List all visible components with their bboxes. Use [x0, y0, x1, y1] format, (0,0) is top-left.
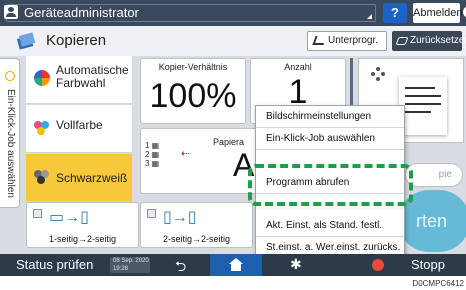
interrupt-icon [312, 36, 327, 45]
interrupt-button[interactable]: Unterprogr. [307, 31, 387, 51]
color-mode-full[interactable]: Vollfarbe [26, 105, 132, 153]
one-click-job-tab[interactable]: Ein-Klick-Job auswählen [0, 58, 20, 208]
ratio-value: 100% [149, 77, 237, 115]
job-tab-icon [5, 71, 15, 81]
quantity-caption: Anzahl [284, 62, 312, 72]
app-header: Kopieren Unterprogr. Zurücksetzen [0, 26, 466, 56]
home-button[interactable] [210, 254, 262, 276]
paper-tray-icon: 1 ▦ 2 ▦ 3 ▦ [145, 141, 160, 168]
tray-arrow-icon: ⇠ [181, 148, 191, 160]
duplex-icon: ▭→▯ [49, 209, 89, 226]
stop-button[interactable]: Stopp [411, 257, 445, 272]
duplex-1-2-tile[interactable]: ▭→▯ 1-seitig→2-seitig [26, 202, 139, 248]
date-text: 08 Sep. 2020 [113, 258, 149, 264]
datetime-display: 08 Sep. 2020 19:28 [110, 257, 150, 273]
user-icon [4, 5, 18, 19]
user-label: Geräteadministrator [24, 5, 139, 20]
menu-item-set-as-default[interactable]: Akt. Einst. als Stand. festl. [256, 215, 404, 237]
function-label: 1-seitig→2-seitig [48, 234, 117, 244]
checkbox[interactable] [33, 209, 42, 218]
color-mode-black-white[interactable]: Schwarzweiß [26, 154, 132, 202]
time-text: 19:28 [113, 266, 129, 272]
ratio-caption: Kopier-Verhältnis [158, 62, 228, 72]
color-mode-auto[interactable]: Automatische Farbwahl [26, 56, 132, 104]
copy-ratio-tile[interactable]: Kopier-Verhältnis 100% [140, 58, 246, 124]
top-bar: Geräteadministrator ? Abmelden [0, 0, 466, 26]
color-mode-list: Automatische Farbwahl Vollfarbe Schwarzw… [26, 56, 132, 202]
black-white-icon [34, 170, 50, 184]
resize-caret-icon [367, 14, 372, 19]
page-preview [399, 77, 447, 135]
copy-app-icon [16, 32, 36, 50]
bottom-bar: Status prüfen 08 Sep. 2020 19:28 ⮌ ✱ Sto… [0, 254, 466, 276]
back-icon[interactable]: ⮌ [175, 256, 186, 276]
reset-button[interactable]: Zurücksetzen [392, 31, 466, 51]
reset-icon [395, 37, 409, 45]
stop-icon [372, 259, 384, 271]
color-mode-label: Automatische Farbwahl [56, 63, 129, 90]
reset-label: Zurücksetzen [410, 35, 466, 46]
logout-button[interactable]: Abmelden [413, 3, 463, 23]
full-color-icon [34, 121, 50, 135]
menu-item-one-click-job[interactable]: Ein-Klick-Job auswählen [256, 128, 404, 150]
duplex-icon: ▯→▯ [163, 209, 197, 226]
paper-caption: Papiera [213, 137, 245, 147]
status-button[interactable]: Status prüfen [16, 257, 93, 272]
highlight-frame [248, 164, 413, 206]
layout-icon [371, 67, 385, 81]
copier-screen: Geräteadministrator ? Abmelden Kopieren … [0, 0, 466, 276]
duplex-2-2-tile[interactable]: ▯→▯ 2-seitig→2-seitig [140, 202, 253, 248]
page-title: Kopieren [46, 32, 107, 49]
help-button[interactable]: ? [383, 3, 407, 23]
figure-code: D0CMPC6412 [412, 279, 464, 288]
menu-item-screen-settings[interactable]: Bildschirmeinstellungen [256, 106, 404, 128]
auto-color-icon [34, 70, 50, 86]
interrupt-label: Unterprogr. [328, 35, 379, 46]
color-mode-label: Schwarzweiß [56, 171, 128, 185]
sort-button[interactable]: pie [405, 163, 463, 187]
home-icon [229, 258, 243, 271]
function-label: 2-seitig→2-seitig [162, 234, 231, 244]
color-mode-label: Vollfarbe [56, 118, 103, 132]
side-tab-label: Ein-Klick-Job auswählen [5, 89, 16, 198]
checkbox[interactable] [147, 209, 156, 218]
gear-icon[interactable]: ✱ [290, 256, 302, 273]
